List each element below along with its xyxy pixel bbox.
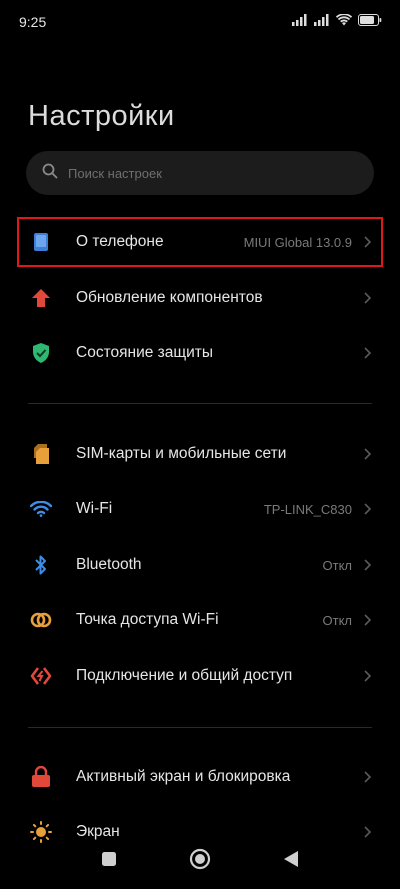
recents-button[interactable] [93,843,125,875]
settings-item-connection-sharing[interactable]: Подключение и общий доступ [0,651,400,701]
search-icon [42,163,68,184]
arrow-up-icon [30,287,52,309]
chevron-right-icon [362,669,372,683]
chevron-right-icon [362,770,372,784]
home-button[interactable] [184,843,216,875]
wifi-icon [30,498,52,520]
chevron-right-icon [362,291,372,305]
search-bar[interactable] [26,151,374,195]
search-input[interactable] [68,165,348,181]
settings-item-component-update[interactable]: Обновление компонентов [0,273,400,323]
status-icons [292,14,382,26]
signal-icon [292,14,308,26]
chevron-right-icon [362,235,372,249]
share-connection-icon [30,665,52,687]
bluetooth-icon [30,554,52,576]
shield-check-icon [30,342,52,364]
back-button[interactable] [275,843,307,875]
item-label: Wi-Fi [76,500,113,517]
item-value: TP-LINK_C830 [263,501,352,517]
item-label: Bluetooth [76,556,142,573]
item-value: Откл [322,557,353,573]
settings-item-lock-screen[interactable]: Активный экран и блокировка [0,752,400,802]
settings-item-about-phone[interactable]: О телефоне MIUI Global 13.0.9 [0,217,400,267]
item-label: Состояние защиты [76,344,214,361]
signal-icon [314,14,330,26]
chevron-right-icon [362,447,372,461]
item-value: MIUI Global 13.0.9 [243,234,352,250]
item-label: Подключение и общий доступ [76,667,293,684]
settings-item-sim-cards[interactable]: SIM-карты и мобильные сети [0,429,400,479]
settings-item-bluetooth[interactable]: Bluetooth Откл [0,540,400,590]
navigation-bar [0,829,400,889]
hotspot-icon [30,609,52,631]
lock-icon [30,766,52,788]
battery-icon [358,14,382,26]
settings-item-security-status[interactable]: Состояние защиты [0,328,400,378]
chevron-right-icon [362,613,372,627]
item-value: Откл [322,612,353,628]
sim-card-icon [30,443,52,465]
item-label: Обновление компонентов [76,289,263,306]
section-divider [28,727,372,728]
chevron-right-icon [362,346,372,360]
settings-item-wifi[interactable]: Wi-Fi TP-LINK_C830 [0,484,400,534]
chevron-right-icon [362,558,372,572]
status-time: 9:25 [19,14,47,30]
wifi-status-icon [336,14,352,26]
status-bar: 9:25 [0,0,400,44]
item-label: О телефоне [76,233,164,250]
page-title: Настройки [28,100,175,132]
item-label: Точка доступа Wi-Fi [76,611,219,628]
settings-item-hotspot[interactable]: Точка доступа Wi-Fi Откл [0,595,400,645]
chevron-right-icon [362,502,372,516]
item-label: Активный экран и блокировка [76,768,291,785]
phone-info-icon [30,231,52,253]
section-divider [28,403,372,404]
item-label: SIM-карты и мобильные сети [76,445,287,462]
